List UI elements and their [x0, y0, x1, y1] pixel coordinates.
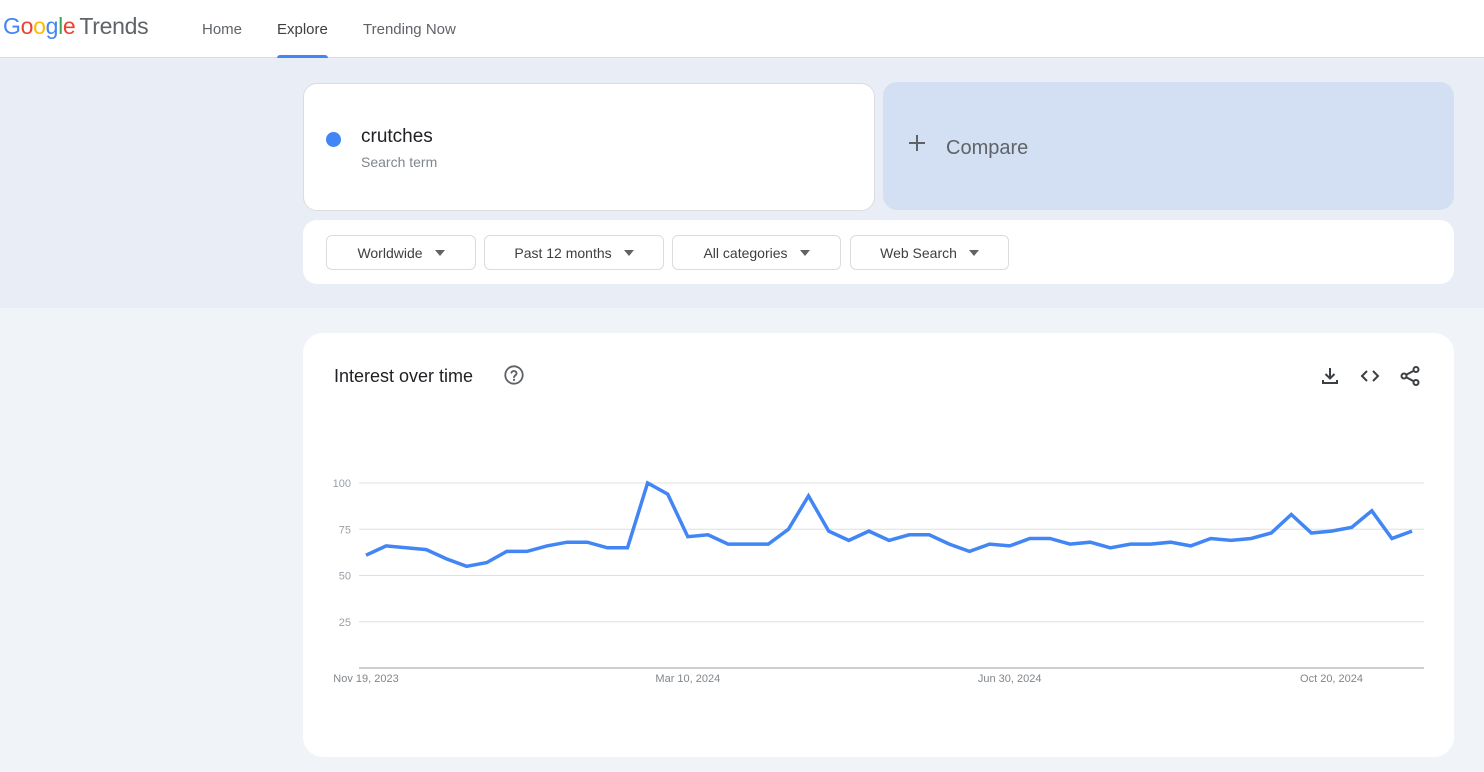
x-tick-label: Mar 10, 2024: [655, 673, 720, 685]
y-tick-label: 100: [333, 478, 351, 490]
logo-letter: o: [20, 13, 34, 39]
filter-time-range[interactable]: Past 12 months: [484, 235, 664, 270]
filter-search-type-label: Web Search: [880, 244, 957, 261]
x-tick-label: Jun 30, 2024: [978, 673, 1042, 685]
trends-wordmark: Trends: [79, 13, 149, 39]
filter-location-label: Worldwide: [357, 244, 423, 261]
search-term-type: Search term: [361, 154, 438, 170]
logo-letter: g: [45, 13, 59, 39]
interest-line-chart: 25 50 75 100 Nov 19, 2023 Mar 10, 2024 Jun 30…: [333, 478, 1424, 685]
nav-home[interactable]: Home: [202, 0, 242, 58]
compare-button[interactable]: Compare: [883, 82, 1454, 210]
nav-trending-now[interactable]: Trending Now: [363, 0, 456, 58]
series-line-crutches: [365, 480, 1413, 569]
logo-letter: G: [3, 13, 21, 39]
x-tick-label: Nov 19, 2023: [333, 673, 398, 685]
compare-label: Compare: [946, 137, 1029, 159]
term-color-dot: [326, 132, 341, 147]
x-tick-label: Oct 20, 2024: [1300, 673, 1363, 685]
top-bar: Google Trends Home Explore Trending Now: [0, 0, 1484, 59]
caret-down-icon: [799, 249, 810, 256]
search-term-name[interactable]: crutches: [361, 126, 433, 148]
interest-over-time-card: Interest over time 25 50 75 100 Nov 19, 202…: [303, 333, 1454, 757]
filter-category[interactable]: All categories: [672, 235, 841, 270]
caret-down-icon: [968, 249, 979, 256]
caret-down-icon: [434, 249, 445, 256]
logo-letter: e: [62, 13, 76, 39]
filter-time-range-label: Past 12 months: [514, 244, 612, 261]
y-tick-label: 50: [339, 571, 351, 583]
filter-search-type[interactable]: Web Search: [850, 235, 1009, 270]
search-term-card[interactable]: crutches Search term: [303, 83, 875, 211]
filter-bar: Worldwide Past 12 months All categories …: [303, 220, 1454, 284]
filter-location[interactable]: Worldwide: [326, 235, 476, 270]
y-tick-label: 75: [339, 524, 351, 536]
logo-letter: o: [33, 13, 46, 39]
google-wordmark: Google: [3, 13, 76, 39]
plus-icon: [909, 135, 925, 151]
google-trends-logo[interactable]: Google Trends: [3, 13, 149, 40]
filter-category-label: All categories: [703, 244, 788, 261]
nav-explore[interactable]: Explore: [277, 0, 328, 59]
y-tick-label: 25: [339, 617, 351, 629]
caret-down-icon: [623, 249, 634, 256]
